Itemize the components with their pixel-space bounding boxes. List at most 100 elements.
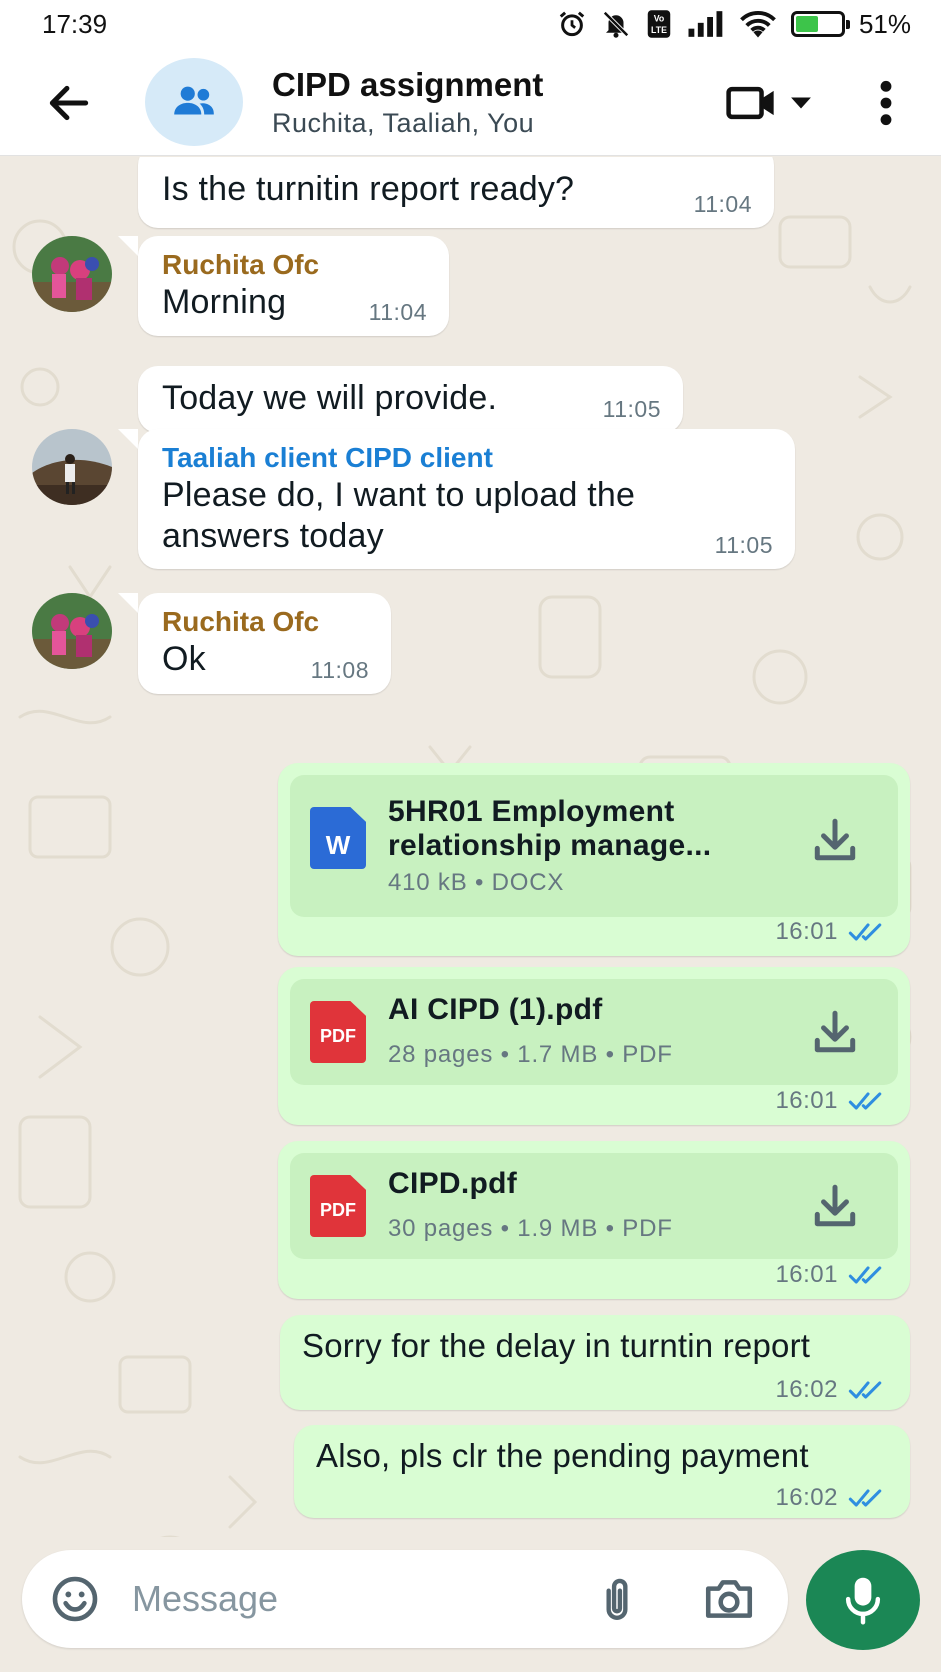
message-meta: 16:01 [775,1087,888,1115]
avatar-ruchita[interactable] [32,236,112,312]
bubble-tail [118,236,138,256]
video-call-icon [726,86,774,120]
message-input-bar [22,1550,788,1648]
battery-percent: 51% [858,8,911,39]
bubble-tail [118,593,138,613]
document-title: AI CIPD (1).pdf [388,993,603,1027]
document-meta: 410 kB • DOCX [388,869,565,896]
chat-area[interactable]: Is the turnitin report ready? 11:04 Ruch… [0,157,941,1537]
muted-bell-icon [603,11,629,38]
camera-icon[interactable] [702,1574,756,1624]
message-time: 11:04 [693,191,752,217]
signal-icon [688,11,723,37]
message-meta: 16:01 [775,1261,888,1289]
document-title: CIPD.pdf [388,1167,517,1201]
document-title-line: relationship manage... [388,829,712,862]
sender-name[interactable]: Taaliah client CIPD client [162,441,771,475]
message-meta: 16:01 [775,918,888,946]
word-document-icon: W [310,807,366,869]
group-icon [174,86,214,115]
more-vert-icon[interactable] [868,78,904,128]
message-text: Today we will provide. [162,379,498,417]
message-text: Sorry for the delay in turntin report [302,1327,811,1364]
voice-message-button[interactable] [806,1550,920,1650]
document-title-line: AI CIPD (1).pdf [388,993,603,1026]
message-time: 16:02 [775,1484,838,1511]
message-time: 16:01 [775,1087,838,1114]
outgoing-document-bubble[interactable]: W 5HR01 Employment relationship manage..… [278,763,910,956]
avatar-photo [32,593,112,669]
incoming-message-bubble[interactable]: Is the turnitin report ready? 11:04 [138,157,774,228]
chat-header: CIPD assignment Ruchita, Taaliah, You [0,48,941,156]
emoji-icon[interactable] [50,1574,100,1624]
read-ticks-icon [848,1489,882,1507]
document-card[interactable]: W 5HR01 Employment relationship manage..… [290,775,898,917]
message-time: 11:05 [714,532,773,558]
incoming-message-bubble[interactable]: Ruchita Ofc Ok 11:08 [138,593,391,694]
download-icon[interactable] [810,815,860,865]
battery-icon [790,11,850,37]
message-time: 11:05 [602,396,661,422]
incoming-message-bubble[interactable]: Ruchita Ofc Morning 11:04 [138,236,449,336]
message-text-line: Please do, I want to upload the [162,476,636,514]
doc-icon-label: W [325,829,351,860]
svg-text:LTE: LTE [651,25,667,35]
avatar-ruchita[interactable] [32,593,112,669]
svg-text:Vo: Vo [654,14,665,24]
volte-icon: VoLTE [647,10,671,38]
document-title-line: 5HR01 Employment [388,795,675,828]
message-text-line: answers today [162,517,384,555]
message-time: 16:02 [775,1376,838,1403]
video-call-button[interactable] [726,78,822,128]
group-avatar[interactable] [145,58,243,146]
status-icons: Vo LTE 51% [557,9,911,40]
message-meta: 16:02 [775,1484,888,1512]
outgoing-document-bubble[interactable]: PDF CIPD.pdf 30 pages • 1.9 MB • PDF 16:… [278,1141,910,1299]
doc-icon-label: PDF [320,1199,356,1220]
sender-name[interactable]: Ruchita Ofc [162,248,425,282]
outgoing-document-bubble[interactable]: PDF AI CIPD (1).pdf 28 pages • 1.7 MB • … [278,967,910,1125]
document-meta: 30 pages • 1.9 MB • PDF [388,1215,673,1242]
message-text: Also, pls clr the pending payment [316,1437,809,1474]
document-title: 5HR01 Employment relationship manage... [388,795,711,863]
avatar-taaliah[interactable] [32,429,112,505]
message-text: Is the turnitin report ready? [162,170,575,208]
chat-title[interactable]: CIPD assignment [272,66,543,104]
read-ticks-icon [848,1381,882,1399]
wifi-icon [740,10,776,38]
back-arrow-icon[interactable] [44,78,94,128]
chevron-down-icon [791,97,811,109]
status-bar: 17:39 Vo LTE 51% [0,0,941,48]
message-input[interactable] [132,1570,552,1628]
mic-icon [845,1577,881,1625]
download-icon[interactable] [810,1181,860,1231]
avatar-photo [32,429,112,505]
outgoing-message-bubble[interactable]: Also, pls clr the pending payment 16:02 [294,1425,910,1518]
message-time: 11:08 [310,657,369,683]
download-icon[interactable] [810,1007,860,1057]
document-meta: 28 pages • 1.7 MB • PDF [388,1041,673,1068]
battery-fill [795,16,819,32]
avatar-photo [32,236,112,312]
read-ticks-icon [848,1092,882,1110]
status-time: 17:39 [42,8,108,39]
document-card[interactable]: PDF CIPD.pdf 30 pages • 1.9 MB • PDF [290,1153,898,1259]
message-meta: 16:02 [775,1376,888,1404]
sender-name[interactable]: Ruchita Ofc [162,605,367,639]
read-ticks-icon [848,1266,882,1284]
alarm-icon [559,11,585,37]
message-time: 11:04 [368,299,427,325]
read-ticks-icon [848,923,882,941]
document-title-line: CIPD.pdf [388,1167,518,1200]
doc-icon-label: PDF [320,1025,356,1046]
incoming-message-bubble[interactable]: Taaliah client CIPD client Please do, I … [138,429,795,569]
attach-icon[interactable] [592,1574,642,1624]
pdf-icon: PDF [310,1001,366,1063]
message-time: 16:01 [775,918,838,945]
document-card[interactable]: PDF AI CIPD (1).pdf 28 pages • 1.7 MB • … [290,979,898,1085]
chat-members[interactable]: Ruchita, Taaliah, You [272,108,534,139]
outgoing-message-bubble[interactable]: Sorry for the delay in turntin report 16… [280,1315,910,1410]
bubble-tail [118,429,138,449]
incoming-message-bubble[interactable]: Today we will provide. 11:05 [138,366,683,433]
pdf-icon: PDF [310,1175,366,1237]
